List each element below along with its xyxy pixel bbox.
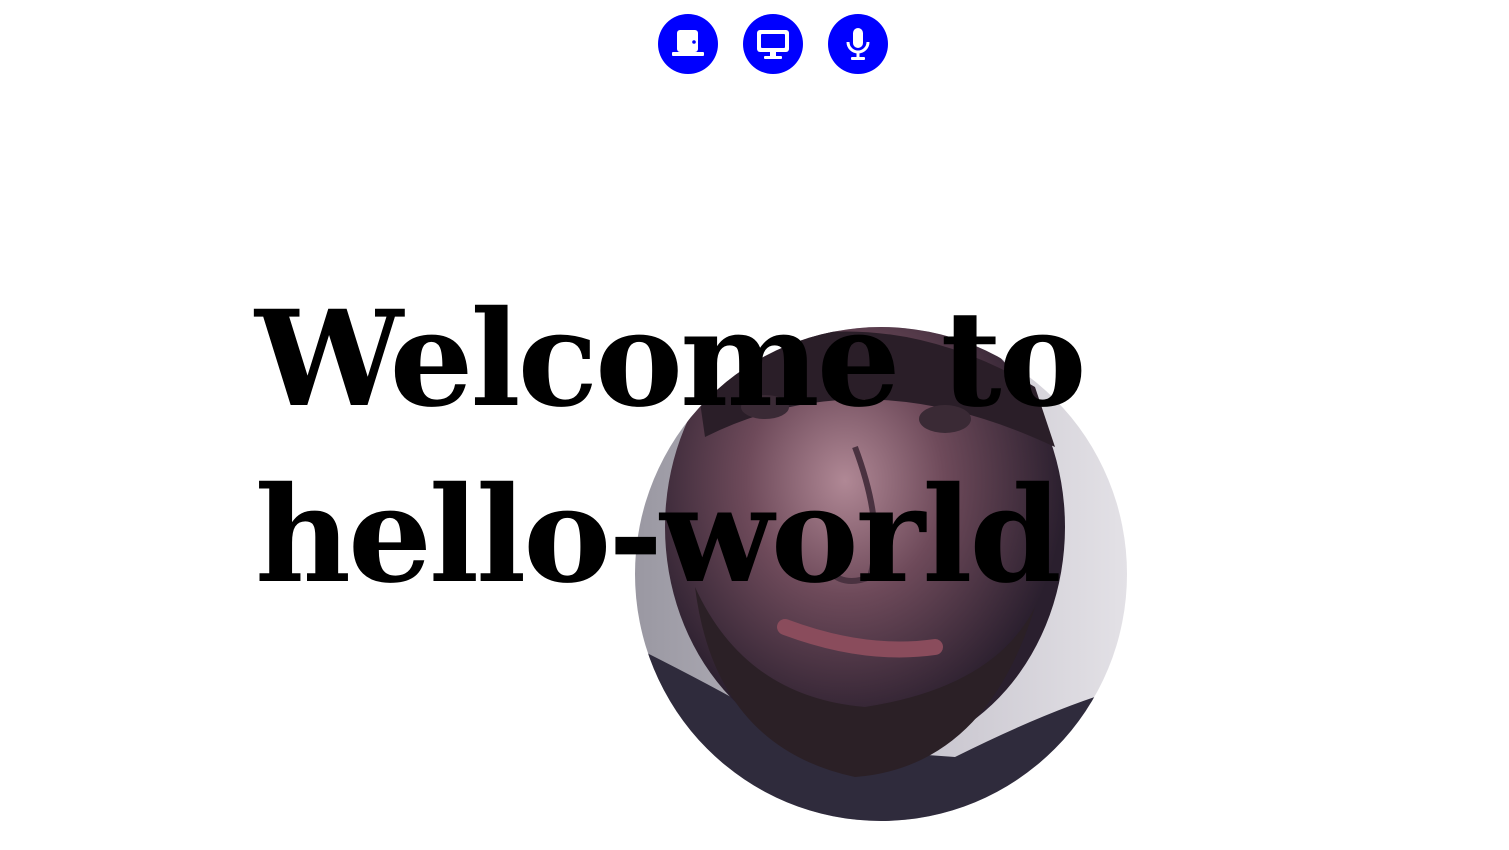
monitor-icon — [755, 26, 791, 62]
microphone-icon — [840, 26, 876, 62]
welcome-heading: Welcome to hello-world — [255, 272, 1087, 624]
heading-line-1: Welcome to — [255, 282, 1087, 437]
app-page: Welcome to hello-world — [0, 0, 1509, 850]
door-icon — [670, 26, 706, 62]
microphone-button[interactable] — [828, 14, 888, 74]
call-toolbar — [658, 14, 888, 74]
screen-share-button[interactable] — [743, 14, 803, 74]
leave-button[interactable] — [658, 14, 718, 74]
heading-line-2: hello-world — [255, 458, 1062, 613]
